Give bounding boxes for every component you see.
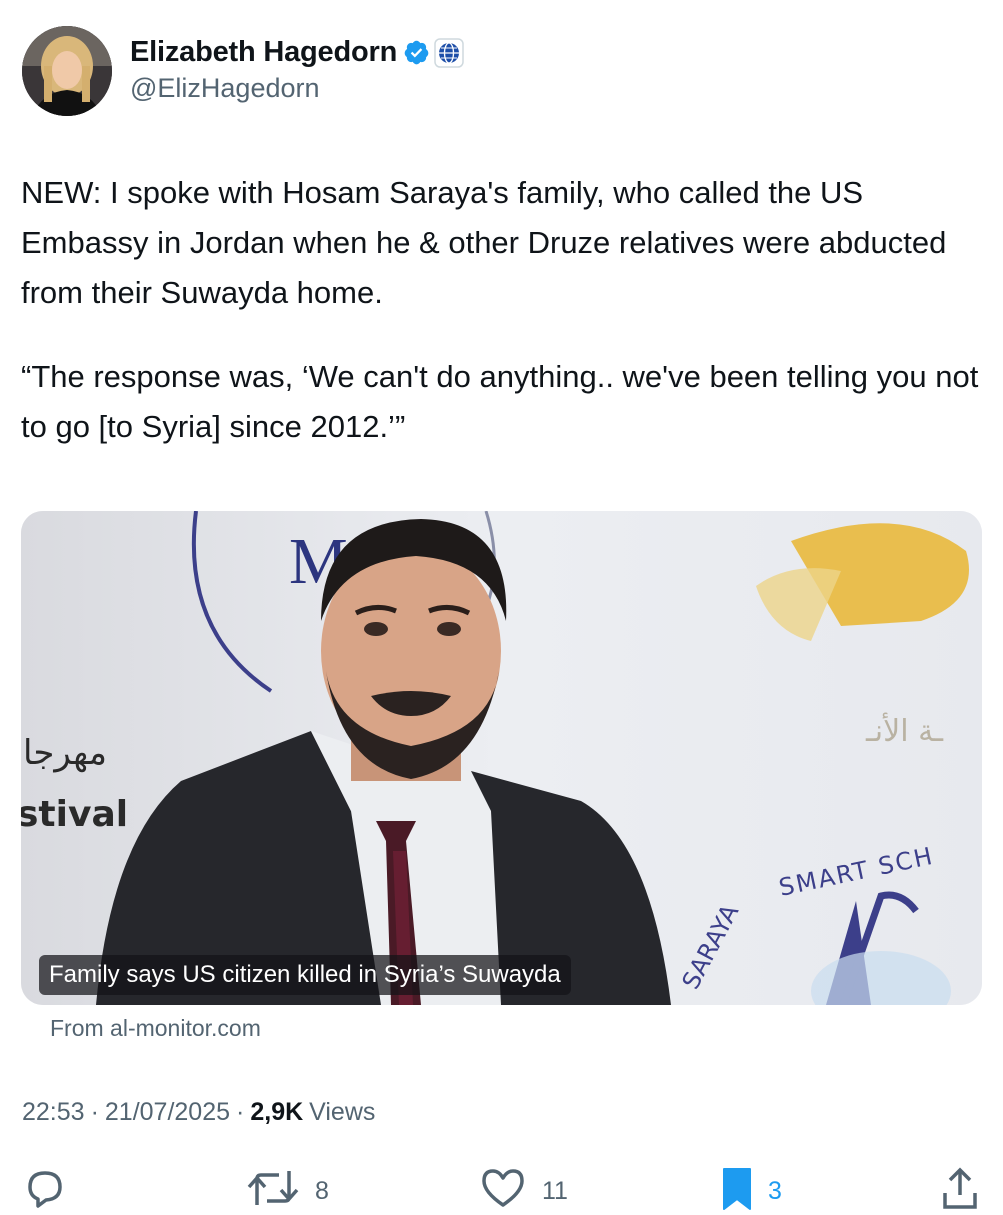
views-label[interactable]: Views [309, 1098, 375, 1127]
avatar-image [22, 26, 112, 116]
views-count[interactable]: 2,9K [250, 1098, 303, 1127]
card-photo: M ـة الأنـ مهرجا stival SARAYA SMART SCH [21, 511, 982, 1005]
share-icon [943, 1167, 977, 1209]
globe-icon[interactable] [434, 37, 464, 68]
svg-text:مهرجا: مهرجا [23, 733, 107, 773]
svg-text:stival: stival [21, 794, 128, 835]
tweet-paragraph-1: NEW: I spoke with Hosam Saraya's family,… [21, 175, 947, 310]
tweet-date[interactable]: 21/07/2025 [105, 1098, 230, 1127]
link-card[interactable]: M ـة الأنـ مهرجا stival SARAYA SMART SCH [21, 511, 982, 1005]
reply-button[interactable] [22, 1165, 82, 1211]
handle[interactable]: @ElizHagedorn [130, 73, 464, 104]
retweet-button[interactable]: 8 [245, 1165, 329, 1211]
tweet-meta: 22:53 · 21/07/2025 · 2,9K Views [22, 1098, 375, 1127]
like-button[interactable]: 11 [478, 1165, 568, 1211]
card-source[interactable]: From al-monitor.com [50, 1015, 261, 1042]
share-button[interactable] [940, 1165, 980, 1211]
tweet-header: Elizabeth Hagedorn @ElizHagedorn [22, 26, 464, 116]
svg-text:ـة الأنـ: ـة الأنـ [865, 711, 944, 749]
tweet-paragraph-2: “The response was, ‘We can't do anything… [21, 359, 979, 444]
meta-separator: · [236, 1098, 245, 1126]
action-bar: 8 11 3 [0, 1165, 1003, 1215]
avatar[interactable] [22, 26, 112, 116]
like-count: 11 [542, 1177, 568, 1205]
retweet-icon [247, 1171, 299, 1205]
heart-icon [482, 1169, 524, 1207]
reply-icon [28, 1171, 62, 1208]
bookmark-button[interactable]: 3 [720, 1165, 782, 1211]
display-name[interactable]: Elizabeth Hagedorn [130, 36, 397, 69]
bookmark-icon [723, 1168, 751, 1210]
bookmark-count: 3 [768, 1177, 782, 1205]
tweet-time[interactable]: 22:53 [22, 1098, 85, 1127]
retweet-count: 8 [315, 1177, 329, 1205]
card-caption: Family says US citizen killed in Syria’s… [39, 955, 571, 995]
verified-badge-icon[interactable] [403, 39, 430, 66]
meta-separator: · [90, 1098, 99, 1126]
tweet-text: NEW: I spoke with Hosam Saraya's family,… [21, 168, 986, 452]
